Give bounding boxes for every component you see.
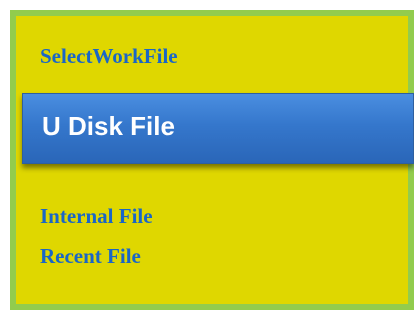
menu-item-label: U Disk File: [42, 111, 175, 141]
select-work-file-panel: SelectWorkFile U Disk File Internal File…: [10, 10, 414, 310]
menu-item-recent-file[interactable]: Recent File: [40, 244, 141, 269]
panel-title: SelectWorkFile: [40, 44, 178, 68]
menu-item-u-disk-file[interactable]: U Disk File: [22, 93, 414, 164]
menu-item-internal-file[interactable]: Internal File: [40, 204, 153, 229]
